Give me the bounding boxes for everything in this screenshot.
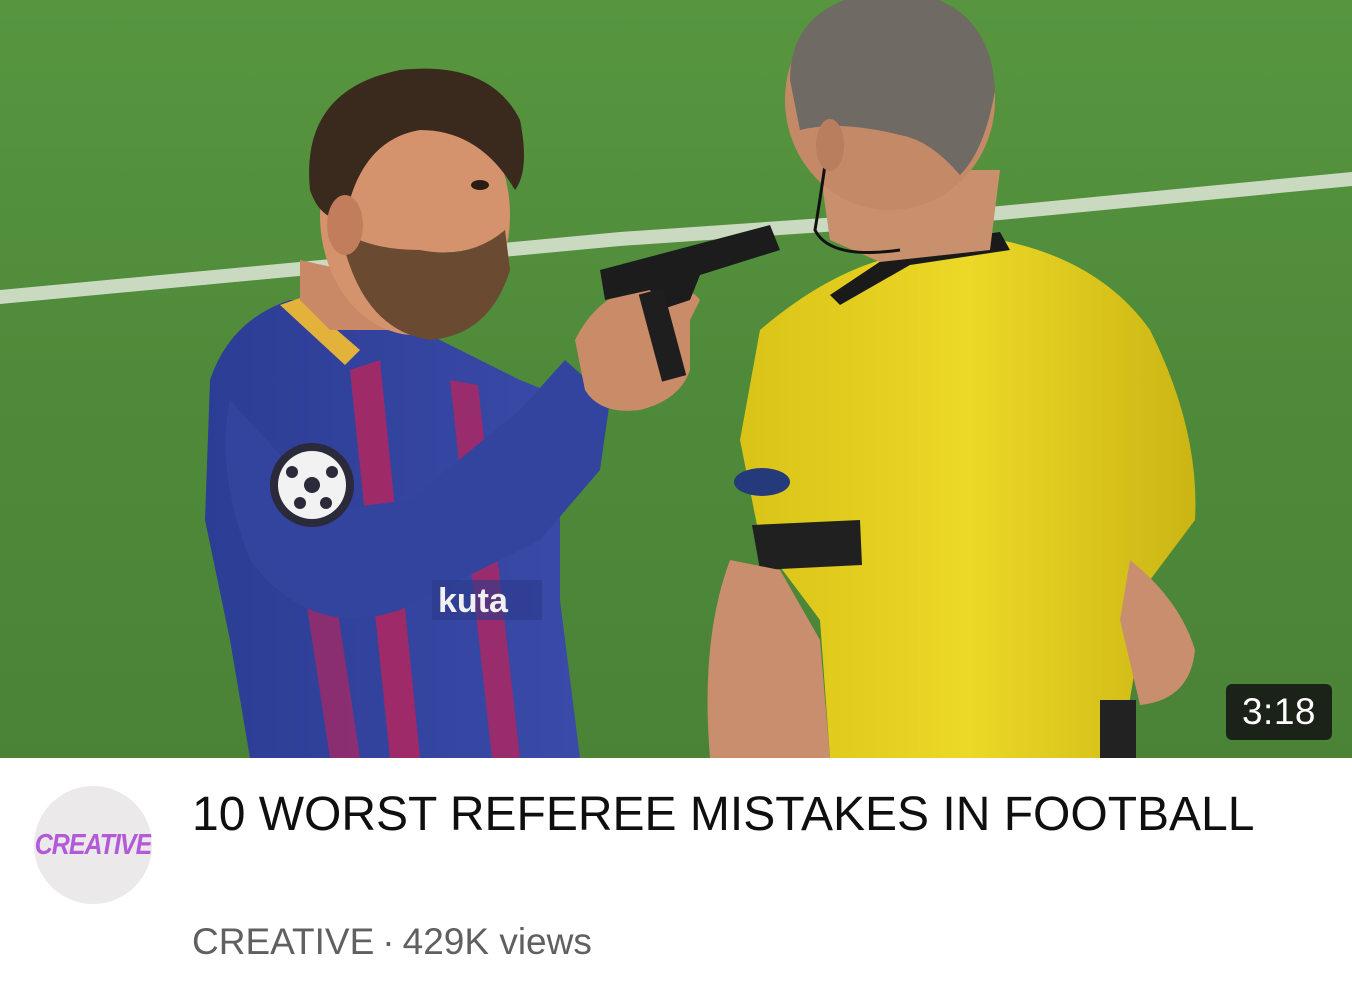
channel-avatar-text: CREATIVE — [34, 828, 152, 861]
channel-name[interactable]: CREATIVE — [192, 921, 374, 962]
video-thumbnail[interactable]: kuta 3:18 — [0, 0, 1352, 758]
jersey-sponsor-text: kuta — [438, 582, 509, 620]
referee-device — [1100, 700, 1136, 758]
thumbnail-scene: kuta — [0, 0, 1352, 758]
video-meta: CREATIVE 10 WORST REFEREE MISTAKES IN FO… — [0, 758, 1352, 988]
video-title[interactable]: 10 WORST REFEREE MISTAKES IN FOOTBALL — [192, 786, 1292, 844]
view-count: 429K views — [402, 921, 592, 962]
duration-badge: 3:18 — [1225, 684, 1332, 740]
channel-avatar[interactable]: CREATIVE — [34, 786, 152, 904]
video-card[interactable]: kuta 3:18 CREATIVE 10 WORST REFEREE MIST… — [0, 0, 1352, 988]
meta-separator: · — [382, 921, 395, 962]
video-subline: CREATIVE · 429K views — [192, 920, 592, 964]
